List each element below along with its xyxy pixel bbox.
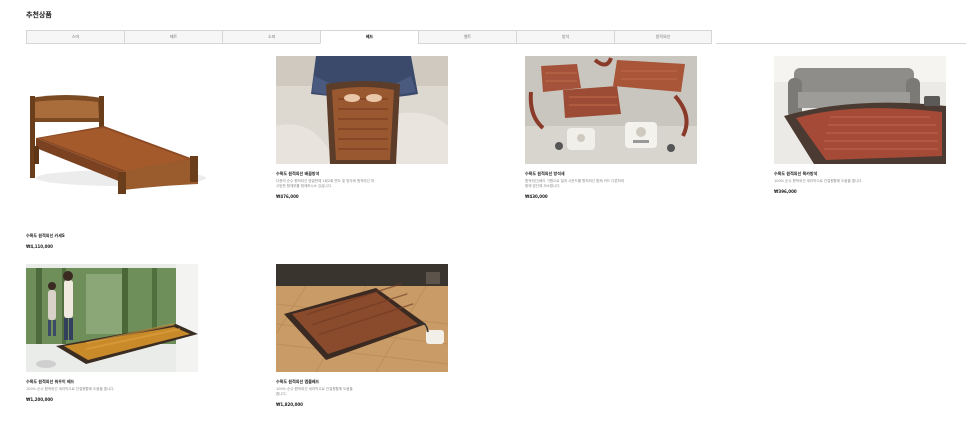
product-image[interactable] (26, 264, 198, 372)
section-title: 추천상품 (26, 11, 52, 19)
product-price: ₩1,820,000 (276, 402, 303, 407)
product-image[interactable] (26, 56, 206, 226)
tab-belt[interactable]: 벨트 (418, 31, 516, 44)
product-card[interactable]: 수목도 원적외선 카세S ₩4,110,000 (26, 56, 206, 249)
product-card[interactable]: 수목도 원적외선 앰블베드 100% 순수 원적외선 세라믹으로 관절원활에 도… (276, 264, 456, 407)
product-card[interactable]: 수목도 원적외선 방석세 원적외선/베이 기원으로 절개 사운드를 원적외선 함… (525, 56, 705, 199)
tab-sofa[interactable]: 소파 (222, 31, 320, 44)
tab-sma[interactable]: 스마 (26, 31, 124, 44)
product-name[interactable]: 수목도 원적외선 배꼽방석 (276, 171, 456, 177)
product-description: 원적외선/베이 기원으로 절개 사운드를 원적외선 함께 카드 다른하여 함께 … (525, 179, 625, 188)
product-description: 100% 순수 원적외선 세라믹으로 관절원활에 도움을 줍니다. (276, 387, 353, 396)
tab-far-infrared[interactable]: 원적외선 (614, 31, 712, 44)
product-description: 100% 순수 원적외선 세라믹으로 관절원활에 도움을 줍니다. (774, 179, 863, 183)
product-name[interactable]: 수목도 원적외선 카세S (26, 233, 206, 239)
product-card[interactable]: 수목도 원적외선 워우이 베드 100% 순수 원적외선 세라믹으로 관절원활에… (26, 264, 206, 402)
product-name[interactable]: 수목도 원적외선 앰블베드 (276, 379, 456, 385)
tabs-divider (716, 43, 966, 44)
product-price: ₩476,000 (276, 194, 299, 199)
category-tabs: 스마 매트 소파 베드 벨트 방석 원적외선 (26, 30, 712, 44)
product-card[interactable]: 수목도 원적외선 목카방석 100% 순수 원적외선 세라믹으로 관절원활에 도… (774, 56, 954, 194)
tab-cushion[interactable]: 방석 (516, 31, 614, 44)
product-image[interactable] (276, 56, 448, 164)
product-image[interactable] (525, 56, 697, 164)
product-price: ₩4,110,000 (26, 244, 53, 249)
product-card[interactable]: 수목도 원적외선 배꼽방석 다층의 순수 원적외선 방열판에 1회2회 면도 및… (276, 56, 456, 199)
tab-bed[interactable]: 베드 (320, 31, 418, 44)
product-price: ₩430,000 (525, 194, 548, 199)
product-image[interactable] (774, 56, 946, 164)
tab-mat[interactable]: 매트 (124, 31, 222, 44)
product-description: 다층의 순수 원적외선 방열판에 1회2회 면도 및 방각에 원적외선 마사된판… (276, 179, 375, 188)
product-name[interactable]: 수목도 원적외선 워우이 베드 (26, 379, 206, 385)
product-image[interactable] (276, 264, 448, 372)
product-description: 100% 순수 원적외선 세라믹으로 관절원활에 도움을 줍니다. (26, 387, 115, 391)
product-name[interactable]: 수목도 원적외선 목카방석 (774, 171, 954, 177)
product-name[interactable]: 수목도 원적외선 방석세 (525, 171, 705, 177)
product-price: ₩396,000 (774, 189, 797, 194)
product-price: ₩1,200,000 (26, 397, 53, 402)
